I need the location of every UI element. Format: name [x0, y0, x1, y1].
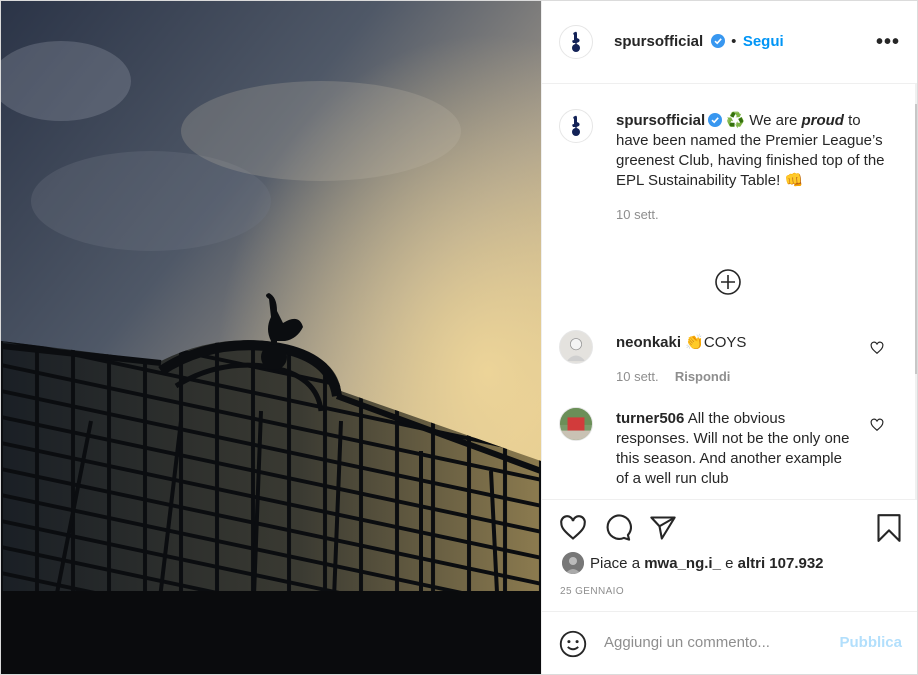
caption-emphasis: proud	[801, 112, 844, 129]
likes-summary: Piace a mwa_ng.i_ e altri 107.932	[562, 552, 824, 574]
commenter-avatar[interactable]	[559, 330, 593, 364]
save-bookmark-icon[interactable]	[876, 514, 902, 542]
post-sidebar: spursofficial • Segui ••• spursofficial …	[541, 1, 917, 674]
share-direct-icon[interactable]	[649, 514, 677, 542]
post-header: spursofficial • Segui •••	[542, 1, 917, 84]
comment-like-heart-icon[interactable]	[870, 418, 884, 432]
avatar[interactable]	[559, 25, 593, 59]
user-avatar-icon	[566, 338, 586, 362]
comment-item: neonkaki 👏COYS 10 sett. Rispondi	[616, 333, 876, 387]
likes-prefix: Piace a	[590, 555, 641, 572]
like-heart-icon[interactable]	[559, 514, 587, 542]
header-username[interactable]: spursofficial	[614, 33, 703, 50]
separator-dot: •	[731, 33, 737, 50]
publish-button[interactable]: Pubblica	[839, 634, 902, 651]
post-actions: Piace a mwa_ng.i_ e altri 107.932 25 GEN…	[542, 499, 917, 612]
user-avatar-icon	[560, 408, 592, 440]
post-date[interactable]: 25 GENNAIO	[560, 586, 624, 597]
reply-button[interactable]: Rispondi	[675, 369, 731, 384]
comment-input[interactable]: Aggiungi un commento...	[604, 634, 770, 651]
caption-text-before: We are	[749, 112, 798, 129]
fist-emoji: 👊	[784, 172, 804, 189]
plus-circle-icon[interactable]	[715, 269, 741, 295]
post-photo[interactable]	[1, 1, 541, 674]
likes-middle: e	[725, 555, 734, 572]
emoji-smiley-icon[interactable]	[559, 630, 587, 658]
likes-others[interactable]: altri 107.932	[738, 555, 824, 572]
comment-username[interactable]: neonkaki	[616, 334, 681, 351]
caption-username[interactable]: spursofficial	[616, 112, 705, 129]
comment-item: turner506 All the obvious responses. Wil…	[616, 409, 856, 489]
liker-avatar[interactable]	[562, 552, 584, 574]
post-dialog: spursofficial • Segui ••• spursofficial …	[0, 0, 918, 675]
spurs-logo-icon	[572, 115, 580, 136]
comment-bubble-icon[interactable]	[604, 514, 632, 542]
more-options-icon[interactable]: •••	[876, 31, 900, 54]
likes-user[interactable]: mwa_ng.i_	[644, 555, 721, 572]
commenter-avatar[interactable]	[559, 407, 593, 441]
user-avatar-icon	[562, 552, 584, 574]
caption-avatar[interactable]	[559, 109, 593, 143]
post-caption: spursofficial ♻️ We are proud to have be…	[616, 111, 886, 225]
follow-button[interactable]: Segui	[743, 33, 784, 50]
comment-text: 👏COYS	[685, 334, 747, 351]
comment-time[interactable]: 10 sett.	[616, 369, 659, 384]
comments-area[interactable]: spursofficial ♻️ We are proud to have be…	[542, 84, 917, 499]
comment-username[interactable]: turner506	[616, 410, 684, 427]
add-comment-bar: Aggiungi un commento... Pubblica	[542, 611, 917, 674]
comment-like-heart-icon[interactable]	[870, 341, 884, 355]
recycle-emoji: ♻️	[726, 112, 746, 129]
verified-badge-icon	[708, 113, 723, 127]
verified-badge-icon	[710, 34, 725, 48]
spurs-logo-icon	[572, 31, 580, 52]
stadium-photo	[1, 1, 541, 674]
caption-time[interactable]: 10 sett.	[616, 205, 886, 225]
